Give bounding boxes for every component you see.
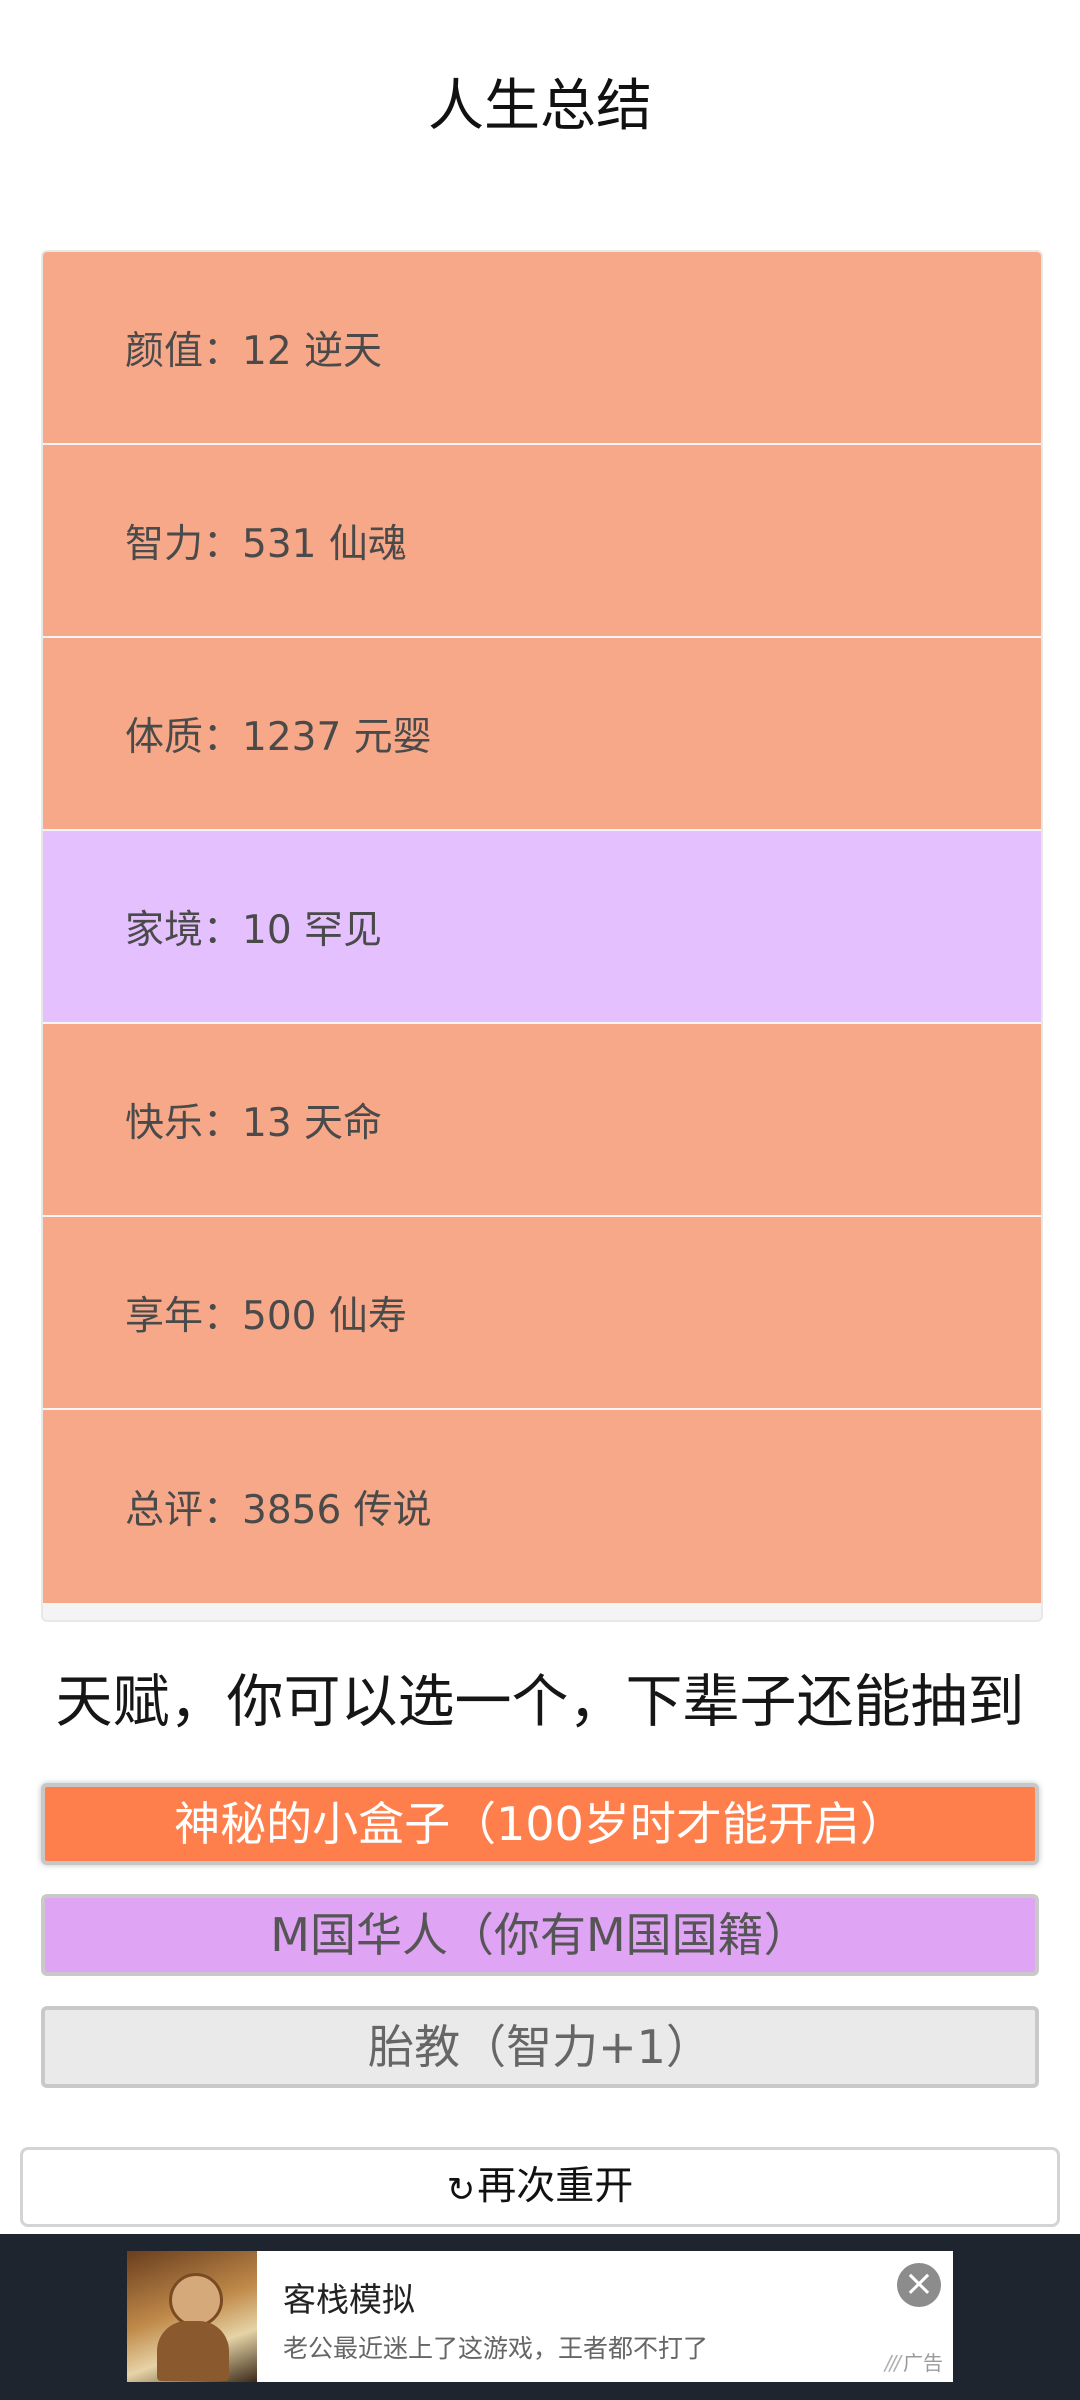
summary-row-intelligence: 智力：531 仙魂 bbox=[43, 445, 1041, 638]
close-icon[interactable]: × bbox=[897, 2263, 941, 2307]
ad-tag: ///广告 bbox=[885, 2347, 943, 2376]
page-title: 人生总结 bbox=[428, 74, 652, 139]
ad-title: 客栈模拟 bbox=[283, 2280, 415, 2319]
summary-row-constitution: 体质：1237 元婴 bbox=[43, 638, 1041, 831]
ad-character-head bbox=[169, 2273, 223, 2327]
summary-row-label: 智力：531 仙魂 bbox=[125, 521, 407, 567]
restart-button[interactable]: ↻再次重开 bbox=[20, 2147, 1060, 2227]
restart-button-label: 再次重开 bbox=[477, 2164, 634, 2209]
summary-row-label: 颜值：12 逆天 bbox=[125, 328, 383, 374]
ad-tag-label: 广告 bbox=[903, 2351, 943, 2375]
refresh-icon: ↻ bbox=[446, 2170, 476, 2210]
ad-thumbnail-image bbox=[127, 2251, 257, 2382]
talent-option-m-country-citizen[interactable]: M国华人（你有M国国籍） bbox=[41, 1894, 1039, 1976]
talent-option-prenatal-education[interactable]: 胎教（智力+1） bbox=[41, 2006, 1039, 2088]
summary-row-happiness: 快乐：13 天命 bbox=[43, 1024, 1041, 1217]
summary-row-label: 总评：3856 传说 bbox=[125, 1487, 432, 1533]
summary-row-label: 体质：1237 元婴 bbox=[125, 714, 432, 760]
summary-row-label: 家境：10 罕见 bbox=[125, 907, 383, 953]
talent-option-mystery-box[interactable]: 神秘的小盒子（100岁时才能开启） bbox=[41, 1783, 1039, 1865]
summary-row-lifespan: 享年：500 仙寿 bbox=[43, 1217, 1041, 1410]
ad-network-logo-icon: /// bbox=[884, 2351, 901, 2375]
ad-description: 老公最近迷上了这游戏，王者都不打了 bbox=[283, 2334, 709, 2363]
ad-banner: 客栈模拟 老公最近迷上了这游戏，王者都不打了 × ///广告 bbox=[0, 2234, 1080, 2400]
summary-row-overall: 总评：3856 传说 bbox=[43, 1410, 1041, 1603]
talent-heading: 天赋，你可以选一个，下辈子还能抽到 bbox=[55, 1669, 1025, 1735]
summary-row-appearance: 颜值：12 逆天 bbox=[43, 252, 1041, 445]
summary-row-label: 享年：500 仙寿 bbox=[125, 1293, 407, 1339]
ad-card[interactable]: 客栈模拟 老公最近迷上了这游戏，王者都不打了 × ///广告 bbox=[127, 2251, 953, 2382]
life-summary-panel: 颜值：12 逆天 智力：531 仙魂 体质：1237 元婴 家境：10 罕见 快… bbox=[41, 250, 1043, 1622]
ad-character-body bbox=[157, 2321, 229, 2381]
summary-row-family: 家境：10 罕见 bbox=[43, 831, 1041, 1024]
summary-row-label: 快乐：13 天命 bbox=[125, 1100, 383, 1146]
